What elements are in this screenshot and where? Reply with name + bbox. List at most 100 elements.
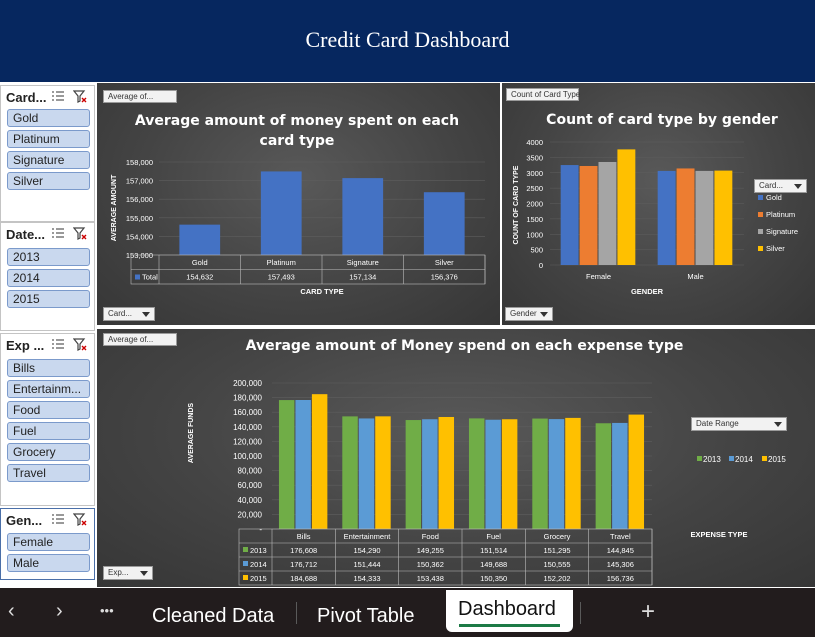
slicer-item-gold[interactable]: Gold — [7, 109, 90, 127]
slicer-item-female[interactable]: Female — [7, 533, 90, 551]
chevron-down-icon — [774, 422, 782, 427]
bar-travel-2013 — [595, 423, 612, 529]
slicer-item-silver[interactable]: Silver — [7, 172, 90, 190]
x-axis-title: EXPENSE TYPE — [690, 530, 747, 539]
x-axis-title: CARD TYPE — [300, 287, 343, 296]
multi-select-icon[interactable] — [51, 90, 65, 102]
tab-divider — [296, 602, 297, 624]
slicer-item-2015[interactable]: 2015 — [7, 290, 90, 308]
tab-pivot-table[interactable]: Pivot Table — [317, 605, 414, 628]
y-tick-label: 200,000 — [233, 379, 262, 388]
slicer-item-platinum[interactable]: Platinum — [7, 130, 90, 148]
category-label: Gold — [192, 258, 208, 267]
clear-filter-icon[interactable] — [73, 90, 87, 103]
bar-male-gold — [657, 170, 676, 265]
clear-filter-icon[interactable] — [73, 227, 87, 240]
slicer-item-2013[interactable]: 2013 — [7, 248, 90, 266]
legend-label: Gold — [766, 193, 782, 202]
dashboard-banner: Credit Card Dashboard — [0, 0, 815, 82]
legend-key — [243, 547, 248, 552]
sheet-tab-bar: ‹ › ••• Cleaned Data Pivot Table + — [0, 588, 815, 637]
slicer-title: Gen... — [6, 513, 43, 528]
add-sheet-icon[interactable]: + — [641, 598, 655, 626]
bar-male-platinum — [676, 168, 695, 265]
y-tick-label: 4000 — [526, 138, 543, 147]
x-axis-title: GENDER — [631, 287, 664, 296]
data-label: 149,688 — [480, 560, 507, 569]
bar-grocery-2015 — [565, 417, 581, 529]
slicer-expense-type[interactable]: Exp ... Bills Entertainm... Food Fuel Gr… — [0, 333, 95, 506]
y-tick-label: 40,000 — [238, 496, 263, 505]
legend-key — [729, 456, 734, 461]
slicer-card-type[interactable]: Card... Gold Platinum Signature Silver — [0, 85, 95, 222]
slicer-item-entertainment[interactable]: Entertainm... — [7, 380, 90, 398]
clear-filter-icon[interactable] — [73, 338, 87, 351]
slicer-item-food[interactable]: Food — [7, 401, 90, 419]
y-tick-label: 140,000 — [233, 423, 262, 432]
prev-sheet-icon[interactable]: ‹ — [8, 600, 15, 623]
data-label: 151,514 — [480, 546, 507, 555]
bar-male-signature — [695, 170, 714, 265]
slicer-title: Date... — [6, 227, 46, 242]
bar-travel-2015 — [628, 414, 645, 529]
data-label: 151,444 — [353, 560, 380, 569]
legend-key — [243, 575, 248, 580]
y-axis-title: AVERAGE FUNDS — [188, 403, 195, 463]
bar-food-2015 — [438, 416, 455, 529]
y-tick-label: 158,000 — [126, 158, 153, 167]
slicer-item-signature[interactable]: Signature — [7, 151, 90, 169]
legend-label: Silver — [766, 244, 785, 253]
legend-field-dropdown[interactable]: Date Range — [691, 417, 787, 431]
bar-grocery-2013 — [532, 418, 548, 529]
y-tick-label: - — [259, 525, 262, 534]
next-sheet-icon[interactable]: › — [56, 600, 63, 623]
multi-select-icon[interactable] — [51, 227, 65, 239]
slicer-item-fuel[interactable]: Fuel — [7, 422, 90, 440]
data-label: 153,438 — [417, 574, 444, 583]
tab-cleaned-data[interactable]: Cleaned Data — [152, 605, 274, 628]
slicer-date-range[interactable]: Date... 2013 2014 2015 — [0, 222, 95, 331]
multi-select-icon[interactable] — [51, 338, 65, 350]
bar-chart-expense-type: 200,000 180,000 160,000 140,000 120,000 100,0… — [188, 379, 786, 586]
bar-signature — [342, 178, 384, 255]
y-tick-label: 157,000 — [126, 177, 153, 186]
legend-field-dropdown[interactable]: Card... — [754, 179, 807, 193]
slicer-item-bills[interactable]: Bills — [7, 359, 90, 377]
slicer-item-2014[interactable]: 2014 — [7, 269, 90, 287]
chart-card-type-panel[interactable]: Average of... Average amount of money sp… — [97, 83, 500, 325]
category-label: Travel — [610, 532, 631, 541]
chart-expense-type-panel[interactable]: Average of... Average amount of Money sp… — [97, 329, 815, 587]
bar-grocery-2014 — [548, 419, 565, 529]
data-label: 176,712 — [290, 560, 317, 569]
data-label: 157,134 — [349, 273, 376, 282]
axis-field-dropdown[interactable]: Gender — [505, 307, 553, 321]
bar-bills-2014 — [295, 400, 311, 529]
y-tick-label: 1000 — [526, 230, 543, 239]
axis-field-dropdown[interactable]: Exp... — [103, 566, 153, 580]
chart-gender-panel[interactable]: Count of Card Type Count of card type by… — [502, 83, 815, 325]
series-label: 2013 — [250, 546, 267, 555]
dashboard-title: Credit Card Dashboard — [305, 27, 510, 52]
data-label: 157,493 — [268, 273, 295, 282]
slicer-item-travel[interactable]: Travel — [7, 464, 90, 482]
clear-filter-icon[interactable] — [73, 513, 87, 526]
axis-field-dropdown[interactable]: Card... — [103, 307, 155, 321]
legend-key — [758, 246, 763, 251]
bar-female-signature — [598, 161, 617, 265]
category-label: Grocery — [544, 532, 571, 541]
legend-label: Total — [142, 273, 158, 282]
data-label: 149,255 — [417, 546, 444, 555]
y-tick-label: 80,000 — [238, 467, 263, 476]
legend-key — [758, 229, 763, 234]
more-sheets-icon[interactable]: ••• — [100, 603, 114, 618]
slicer-gender[interactable]: Gen... Female Male — [0, 508, 95, 580]
y-tick-label: 3500 — [526, 153, 543, 162]
y-tick-label: 155,000 — [126, 214, 153, 223]
data-label: 154,632 — [186, 273, 213, 282]
slicer-item-male[interactable]: Male — [7, 554, 90, 572]
bar-chart-card-type: 158,000 157,000 156,000 155,000 154,000 153,0… — [111, 158, 486, 296]
slicer-item-grocery[interactable]: Grocery — [7, 443, 90, 461]
bar-female-gold — [560, 165, 579, 265]
multi-select-icon[interactable] — [51, 513, 65, 525]
data-label: 154,333 — [353, 574, 380, 583]
